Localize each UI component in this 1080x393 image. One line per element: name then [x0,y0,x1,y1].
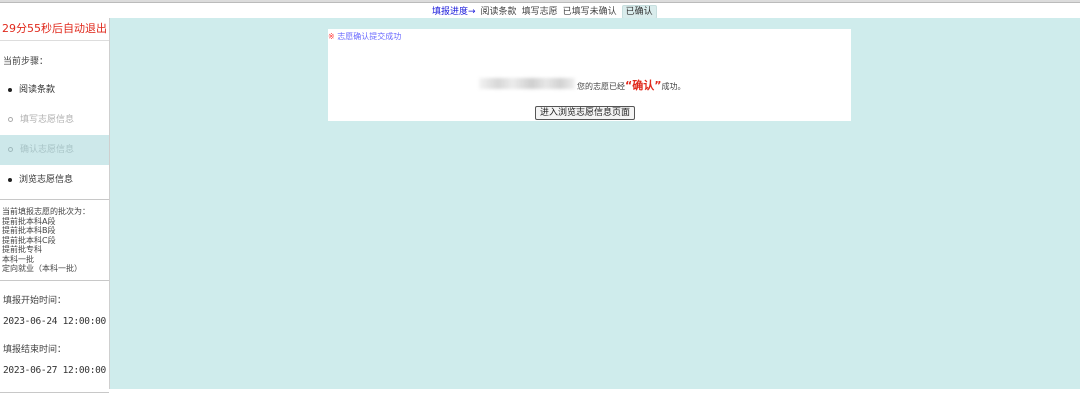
confirm-message: 您的志愿已经 “确认” 成功。 [479,77,685,93]
step-list: 阅读条款 填写志愿信息 确认志愿信息 浏览志愿信息 [0,75,109,195]
end-time-value: 2023-06-27 12:00:00 [3,364,106,376]
batch-item: 提前批专科 [2,245,42,254]
start-time-value: 2023-06-24 12:00:00 [3,315,106,327]
batch-title: 当前填报志愿的批次为： [2,207,90,216]
bullet-icon [8,177,12,182]
batch-info: 当前填报志愿的批次为： 提前批本科A段 提前批本科B段 提前批本科C段 提前批专… [0,200,109,280]
progress-label: 填报进度→ [432,7,476,17]
divider [0,279,109,281]
batch-item: 提前批本科B段 [2,226,56,235]
batch-item: 提前批本科A段 [2,216,56,226]
step-item-fill-info: 填写志愿信息 [0,105,109,135]
auto-logout-timer: 29分55秒后自动退出 [0,18,109,41]
step-item-browse-info[interactable]: 浏览志愿信息 [0,165,109,195]
message-prefix: 您的志愿已经 [577,82,625,91]
message-highlight: “确认” [625,79,662,92]
divider [0,391,109,393]
bullet-icon [8,87,12,92]
message-suffix: 成功。 [661,82,686,91]
progress-step-fill: 填写志愿 [521,7,558,17]
current-step-title: 当前步骤： [3,57,49,67]
top-border [0,0,1080,3]
main-content: ※ 志愿确认提交成功 您的志愿已经 “确认” 成功。 进入浏览志愿信息页面 [110,18,1080,389]
success-notice: ※ 志愿确认提交成功 [328,31,401,42]
batch-item: 定向就业（本科一批） [2,264,82,273]
progress-step-read-terms: 阅读条款 [480,7,517,17]
batch-item: 提前批本科C段 [2,235,56,245]
start-time-label: 填报开始时间： [3,295,67,306]
progress-bar: 填报进度→ 阅读条款 填写志愿 已填写未确认 已确认 [432,5,657,19]
step-label: 浏览志愿信息 [19,175,74,185]
result-panel: ※ 志愿确认提交成功 您的志愿已经 “确认” 成功。 进入浏览志愿信息页面 [328,29,851,121]
step-item-confirm-info: 确认志愿信息 [0,135,109,165]
notice-star-icon: ※ [328,32,335,41]
step-label: 阅读条款 [19,85,56,95]
enter-browse-button[interactable]: 进入浏览志愿信息页面 [535,106,636,120]
bullet-icon [8,117,13,122]
step-item-read-terms[interactable]: 阅读条款 [0,75,109,105]
end-time-label: 填报结束时间： [3,344,67,355]
progress-step-unconfirmed: 已填写未确认 [562,7,617,17]
sidebar: 29分55秒后自动退出 当前步骤： 阅读条款 填写志愿信息 确认志愿信息 浏览志… [0,18,110,393]
progress-step-confirmed: 已确认 [621,5,657,19]
step-label: 确认志愿信息 [20,145,75,155]
step-label: 填写志愿信息 [20,115,75,125]
notice-text: 志愿确认提交成功 [337,32,402,41]
bullet-icon [8,147,13,152]
batch-item: 本科一批 [2,254,34,264]
redacted-name [479,78,575,89]
